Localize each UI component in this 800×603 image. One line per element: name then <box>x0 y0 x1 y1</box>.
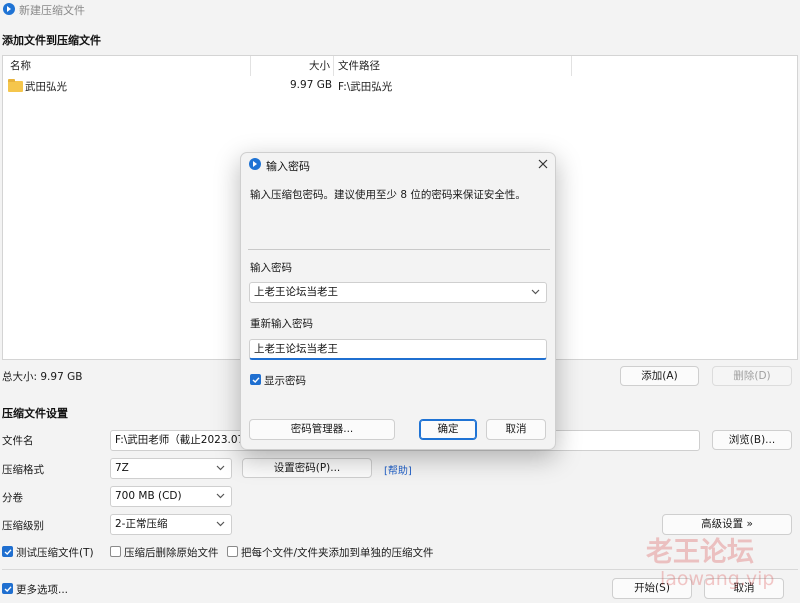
checkmark-icon <box>252 376 260 383</box>
add-button[interactable]: 添加(A) <box>620 366 699 386</box>
filename-label: 文件名 <box>2 435 34 447</box>
chevron-down-icon <box>216 521 225 527</box>
show-password-label[interactable]: 显示密码 <box>264 373 306 388</box>
chevron-down-icon <box>216 493 225 499</box>
help-link[interactable]: [帮助] <box>384 462 412 477</box>
watermark-url: laowang.vip <box>660 568 775 590</box>
dialog-description: 输入压缩包密码。建议使用至少 8 位的密码来保证安全性。 <box>250 189 526 201</box>
split-select[interactable]: 700 MB (CD) <box>110 486 232 507</box>
app-logo-icon <box>3 3 15 15</box>
checkmark-icon <box>4 548 12 555</box>
column-separator[interactable] <box>571 56 572 76</box>
dialog-title: 输入密码 <box>266 160 310 173</box>
files-section-title: 添加文件到压缩文件 <box>2 34 101 47</box>
delete-after-checkbox[interactable] <box>110 546 121 557</box>
format-select-value: 7Z <box>115 462 129 474</box>
level-label: 压缩级别 <box>2 520 44 532</box>
file-path-cell: F:\武田弘光 <box>338 81 393 93</box>
column-separator[interactable] <box>333 56 334 76</box>
test-archive-label[interactable]: 测试压缩文件(T) <box>16 545 94 560</box>
chevron-down-icon <box>216 465 225 471</box>
more-options-checkbox[interactable] <box>2 583 13 594</box>
password-input[interactable]: 上老王论坛当老王 <box>249 282 547 303</box>
separate-archives-label[interactable]: 把每个文件/文件夹添加到单独的压缩文件 <box>241 545 434 560</box>
column-separator[interactable] <box>250 56 251 76</box>
confirm-password-label: 重新输入密码 <box>250 318 313 330</box>
window-title: 新建压缩文件 <box>19 4 85 17</box>
ok-button[interactable]: 确定 <box>419 419 477 440</box>
table-row[interactable]: 武田弘光 9.97 GB F:\武田弘光 <box>3 77 797 95</box>
watermark-title: 老王论坛 <box>646 537 754 568</box>
column-header-path[interactable]: 文件路径 <box>338 56 380 76</box>
split-select-value: 700 MB (CD) <box>115 490 182 502</box>
password-label: 输入密码 <box>250 262 292 274</box>
password-dialog: 输入密码 输入压缩包密码。建议使用至少 8 位的密码来保证安全性。 输入密码 上… <box>240 152 556 450</box>
password-value: 上老王论坛当老王 <box>254 286 338 298</box>
file-name-cell: 武田弘光 <box>25 81 67 93</box>
separate-archives-checkbox[interactable] <box>227 546 238 557</box>
format-label: 压缩格式 <box>2 464 44 476</box>
more-options-label[interactable]: 更多选项... <box>16 582 68 597</box>
file-size-cell: 9.97 GB <box>290 79 333 91</box>
dialog-logo-icon <box>249 158 261 170</box>
dialog-divider <box>248 249 550 250</box>
split-label: 分卷 <box>2 492 23 504</box>
title-bar <box>0 0 800 22</box>
level-select[interactable]: 2-正常压缩 <box>110 514 232 535</box>
settings-section-title: 压缩文件设置 <box>2 407 68 420</box>
checkmark-icon <box>4 585 12 592</box>
browse-button[interactable]: 浏览(B)... <box>712 430 792 450</box>
level-select-value: 2-正常压缩 <box>115 518 168 530</box>
test-archive-checkbox[interactable] <box>2 546 13 557</box>
delete-button[interactable]: 删除(D) <box>712 366 792 386</box>
set-password-button[interactable]: 设置密码(P)... <box>242 458 372 478</box>
delete-after-label[interactable]: 压缩后删除原始文件 <box>124 545 219 560</box>
total-size: 总大小: 9.97 GB <box>2 371 83 383</box>
close-icon[interactable] <box>538 159 548 169</box>
column-header-size[interactable]: 大小 <box>309 56 330 76</box>
dialog-cancel-button[interactable]: 取消 <box>486 419 546 440</box>
chevron-down-icon[interactable] <box>531 289 540 295</box>
show-password-checkbox[interactable] <box>250 374 261 385</box>
password-manager-button[interactable]: 密码管理器... <box>249 419 395 440</box>
format-select[interactable]: 7Z <box>110 458 232 479</box>
confirm-password-input[interactable]: 上老王论坛当老王 <box>249 339 547 360</box>
folder-icon <box>8 79 23 92</box>
column-header-name[interactable]: 名称 <box>10 56 31 76</box>
